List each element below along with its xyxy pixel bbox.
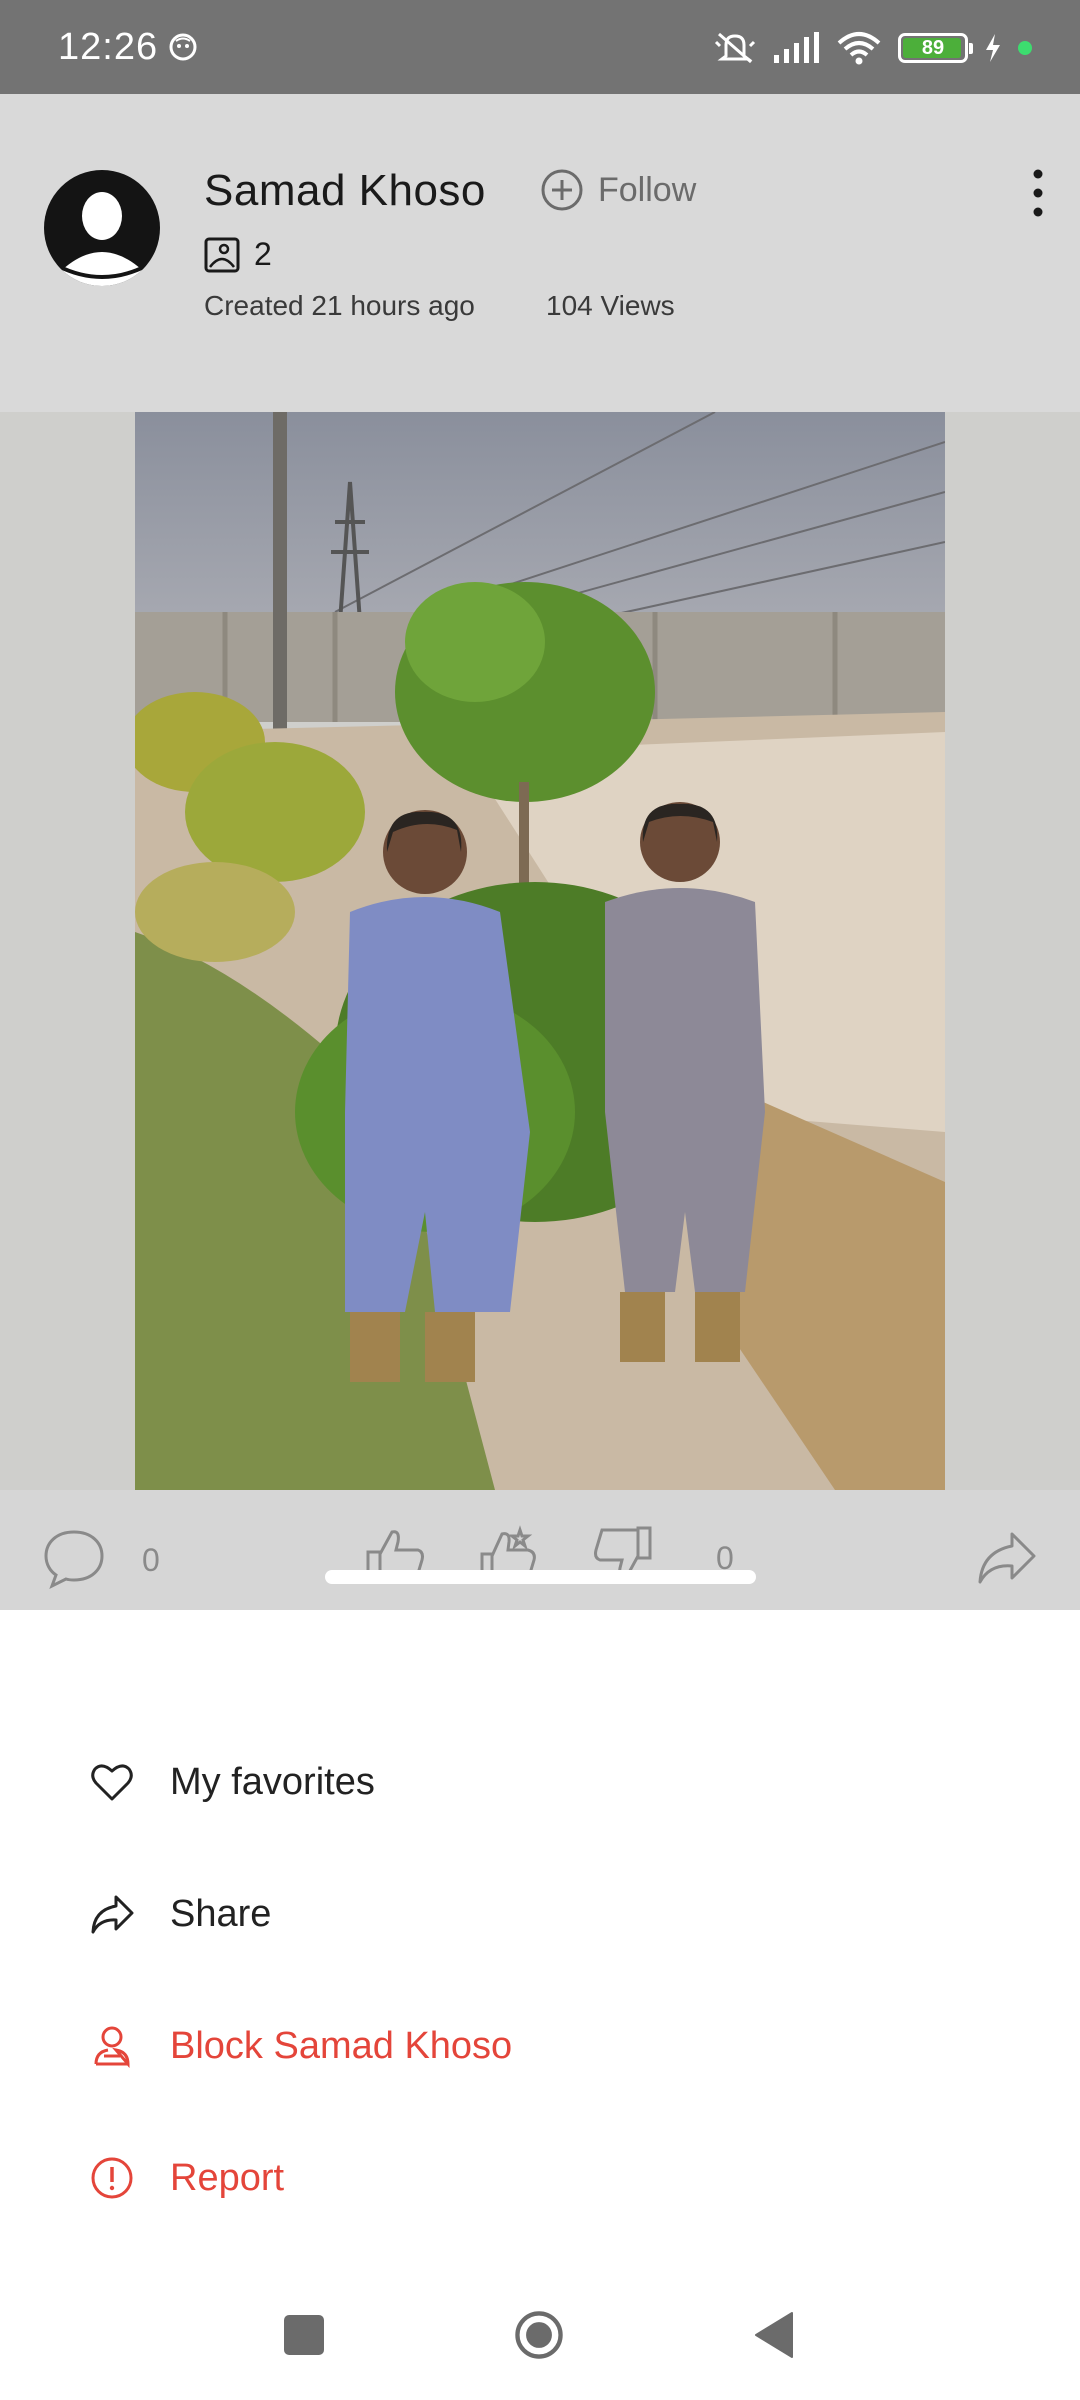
post-photo-illustration — [135, 412, 945, 1490]
author-name[interactable]: Samad Khoso — [204, 166, 486, 216]
menu-item-my-favorites[interactable]: My favorites — [90, 1742, 375, 1822]
home-icon[interactable] — [510, 2310, 568, 2360]
battery-level: 89 — [921, 36, 945, 59]
do-not-disturb-icon — [714, 32, 756, 64]
menu-item-label: Report — [170, 2156, 285, 2199]
follow-button[interactable]: Follow — [540, 168, 696, 212]
created-time: Created 21 hours ago — [204, 290, 475, 321]
post-image-area — [0, 412, 1080, 1490]
author-avatar[interactable] — [44, 170, 160, 286]
photo-count: 2 — [204, 236, 272, 273]
battery-icon: 89 — [898, 33, 973, 63]
view-count: 104 Views — [546, 290, 675, 321]
image-icon — [204, 237, 240, 272]
charging-icon — [986, 34, 1000, 62]
photo-count-value: 2 — [254, 236, 272, 272]
menu-item-share[interactable]: Share — [90, 1874, 271, 1954]
privacy-indicator-dot — [1018, 41, 1032, 55]
sheet-drag-handle[interactable] — [325, 1570, 756, 1584]
signal-icon — [774, 32, 819, 63]
report-icon — [90, 2156, 134, 2200]
options-bottom-sheet: My favorites Share Block Samad Khoso Rep… — [0, 1610, 1080, 2270]
post-photo[interactable] — [135, 412, 945, 1490]
share-icon — [90, 1892, 134, 1936]
wifi-icon — [837, 32, 881, 65]
more-options-icon[interactable] — [1026, 168, 1050, 218]
comment-count: 0 — [142, 1542, 160, 1578]
heart-icon — [90, 1760, 134, 1804]
follow-label: Follow — [598, 170, 697, 209]
block-user-icon — [90, 2024, 134, 2068]
status-time: 12:26 — [58, 26, 159, 68]
post-page: Samad Khoso Follow 2 Created 21 hours ag… — [0, 94, 1080, 1610]
menu-item-label: Block Samad Khoso — [170, 2024, 513, 2067]
status-bar: 12:26 89 — [0, 0, 1080, 94]
comment-icon[interactable] — [42, 1528, 106, 1590]
menu-item-label: My favorites — [170, 1760, 375, 1803]
status-icons: 89 — [714, 30, 1032, 66]
plus-circle-icon — [541, 169, 583, 211]
system-navigation-bar — [0, 2270, 1080, 2400]
back-icon[interactable] — [752, 2310, 796, 2360]
post-action-bar: 0 0 — [0, 1490, 1080, 1610]
recent-apps-icon[interactable] — [282, 2310, 326, 2360]
menu-item-report[interactable]: Report — [90, 2138, 284, 2218]
share-arrow-icon[interactable] — [976, 1530, 1038, 1586]
notification-app-icon — [169, 33, 197, 61]
menu-item-block-user[interactable]: Block Samad Khoso — [90, 2006, 512, 2086]
menu-item-label: Share — [170, 1892, 272, 1935]
avatar-placeholder-icon — [57, 192, 147, 286]
